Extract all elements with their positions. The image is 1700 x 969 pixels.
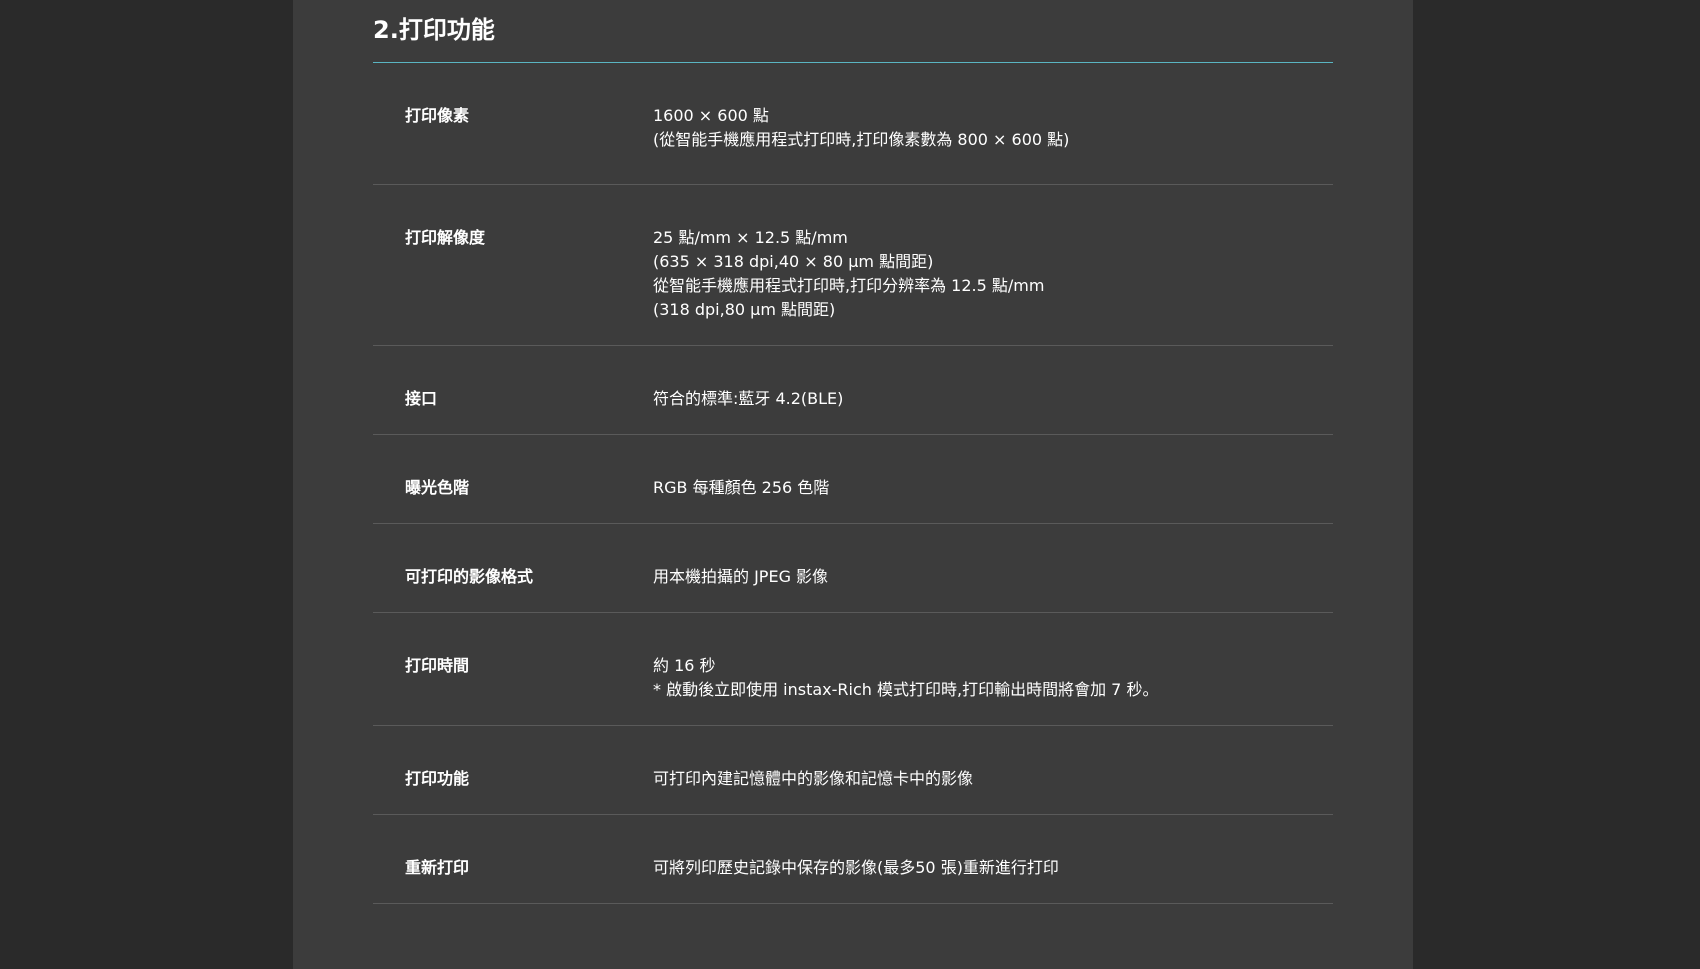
spec-row-interface: 接口 符合的標準:藍牙 4.2(BLE) xyxy=(373,346,1333,435)
spec-value-line: 1600 × 600 點 xyxy=(653,106,769,125)
spec-value: 符合的標準:藍牙 4.2(BLE) xyxy=(653,387,1333,434)
spec-value-line: (318 dpi,80 µm 點間距) xyxy=(653,300,836,319)
spec-label: 重新打印 xyxy=(405,858,470,877)
spec-value-line: RGB 每種顏色 256 色階 xyxy=(653,478,830,497)
spec-value: 1600 × 600 點 (從智能手機應用程式打印時,打印像素數為 800 × … xyxy=(653,104,1333,184)
spec-value-line: (635 × 318 dpi,40 × 80 µm 點間距) xyxy=(653,252,934,271)
spec-value: RGB 每種顏色 256 色階 xyxy=(653,476,1333,523)
spec-row-print-pixels: 打印像素 1600 × 600 點 (從智能手機應用程式打印時,打印像素數為 8… xyxy=(373,63,1333,185)
spec-value-line: 從智能手機應用程式打印時,打印分辨率為 12.5 點/mm xyxy=(653,276,1045,295)
spec-value-line: 可打印內建記憶體中的影像和記憶卡中的影像 xyxy=(653,769,974,788)
spec-value: 可打印內建記憶體中的影像和記憶卡中的影像 xyxy=(653,767,1333,814)
spec-label: 打印功能 xyxy=(405,769,470,788)
spec-label: 接口 xyxy=(405,389,438,408)
spec-value-line: 用本機拍攝的 JPEG 影像 xyxy=(653,567,829,586)
spec-value-line: (從智能手機應用程式打印時,打印像素數為 800 × 600 點) xyxy=(653,130,1070,149)
spec-label: 打印時間 xyxy=(405,656,470,675)
spec-row-print-time: 打印時間 約 16 秒 * 啟動後立即使用 instax-Rich 模式打印時,… xyxy=(373,613,1333,726)
spec-value-line: 符合的標準:藍牙 4.2(BLE) xyxy=(653,389,844,408)
spec-label: 曝光色階 xyxy=(405,478,470,497)
spec-row-printable-format: 可打印的影像格式 用本機拍攝的 JPEG 影像 xyxy=(373,524,1333,613)
spec-label: 打印像素 xyxy=(405,106,470,125)
spec-value-line: * 啟動後立即使用 instax-Rich 模式打印時,打印輸出時間將會加 7 … xyxy=(653,680,1159,699)
spec-label: 可打印的影像格式 xyxy=(405,567,534,586)
spec-value-line: 25 點/mm × 12.5 點/mm xyxy=(653,228,848,247)
spec-value-line: 可將列印歷史記錄中保存的影像(最多50 張)重新進行打印 xyxy=(653,858,1059,877)
spec-value: 用本機拍攝的 JPEG 影像 xyxy=(653,565,1333,612)
spec-value: 25 點/mm × 12.5 點/mm (635 × 318 dpi,40 × … xyxy=(653,226,1333,345)
spec-row-reprint: 重新打印 可將列印歷史記錄中保存的影像(最多50 張)重新進行打印 xyxy=(373,815,1333,904)
spec-value: 可將列印歷史記錄中保存的影像(最多50 張)重新進行打印 xyxy=(653,856,1333,903)
spec-content: 2.打印功能 打印像素 1600 × 600 點 (從智能手機應用程式打印時,打… xyxy=(373,0,1333,904)
spec-value: 約 16 秒 * 啟動後立即使用 instax-Rich 模式打印時,打印輸出時… xyxy=(653,654,1333,725)
spec-label: 打印解像度 xyxy=(405,228,486,247)
spec-row-print-function: 打印功能 可打印內建記憶體中的影像和記憶卡中的影像 xyxy=(373,726,1333,815)
section-title: 2.打印功能 xyxy=(373,0,1333,63)
spec-value-line: 約 16 秒 xyxy=(653,656,716,675)
spec-table: 打印像素 1600 × 600 點 (從智能手機應用程式打印時,打印像素數為 8… xyxy=(373,63,1333,904)
spec-row-exposure-gradation: 曝光色階 RGB 每種顏色 256 色階 xyxy=(373,435,1333,524)
spec-row-print-resolution: 打印解像度 25 點/mm × 12.5 點/mm (635 × 318 dpi… xyxy=(373,185,1333,346)
page-panel: 2.打印功能 打印像素 1600 × 600 點 (從智能手機應用程式打印時,打… xyxy=(293,0,1413,969)
